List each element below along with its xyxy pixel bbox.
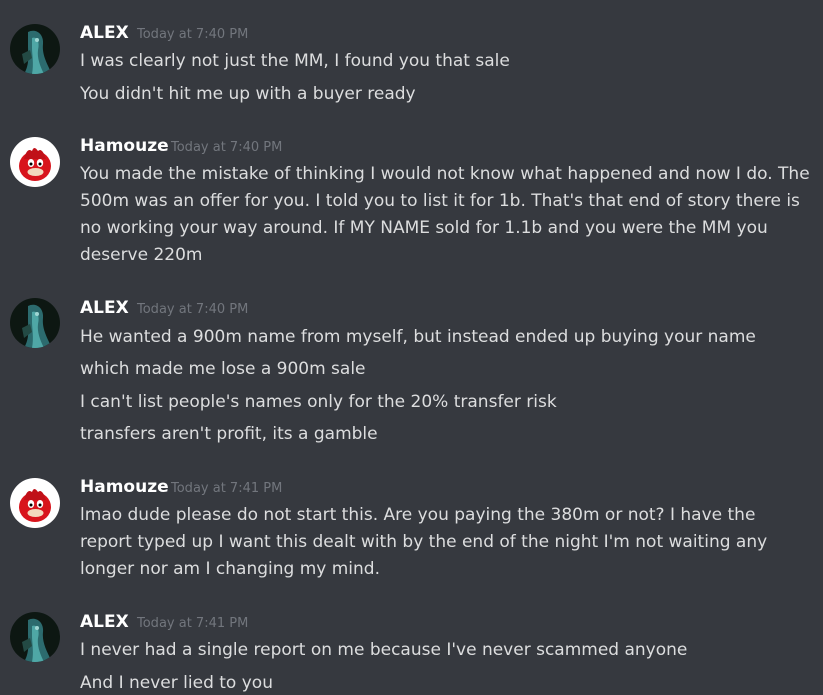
author-name[interactable]: ALEX [80,23,129,43]
message-text: And I never lied to you [80,673,273,693]
anime-character-avatar-icon[interactable] [10,24,60,74]
message-text: You made the mistake of thinking I would… [80,164,810,265]
anime-character-avatar-icon[interactable] [10,612,60,662]
anime-character-avatar-icon[interactable] [10,298,60,348]
message-text: You didn't hit me up with a buyer ready [80,84,416,104]
message-timestamp: Today at 7:40 PM [171,140,283,155]
chat-messages: ALEX Today at 7:40 PM I was clearly not … [0,0,823,695]
author-name[interactable]: ALEX [80,612,129,632]
message-text: I can't list people's names only for the… [80,392,557,412]
message-timestamp: Today at 7:41 PM [171,481,283,496]
message-timestamp: Today at 7:40 PM [137,27,249,42]
author-name[interactable]: Hamouze [80,136,169,156]
red-knuckles-avatar-icon[interactable] [10,478,60,528]
message-text: transfers aren't profit, its a gamble [80,424,378,444]
author-name[interactable]: Hamouze [80,477,169,497]
message-text: I was clearly not just the MM, I found y… [80,51,510,71]
message-text: which made me lose a 900m sale [80,359,366,379]
message-timestamp: Today at 7:41 PM [137,616,249,631]
author-name[interactable]: ALEX [80,298,129,318]
message-text: I never had a single report on me becaus… [80,640,688,660]
message-timestamp: Today at 7:40 PM [137,302,249,317]
message-text: He wanted a 900m name from myself, but i… [80,327,756,347]
message-text: lmao dude please do not start this. Are … [80,505,768,579]
red-knuckles-avatar-icon[interactable] [10,137,60,187]
